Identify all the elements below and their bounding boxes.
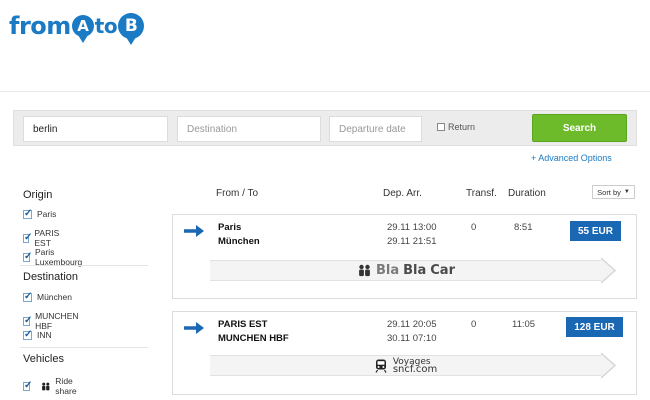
- provider-banner[interactable]: Bla Bla Car: [210, 260, 602, 281]
- chevron-right-icon: [601, 352, 617, 379]
- train-icon: [375, 359, 387, 373]
- result-card[interactable]: Paris München 29.11 13:00 29.11 21:51 0 …: [172, 214, 637, 299]
- checkbox-checked-icon[interactable]: [23, 251, 32, 262]
- departure-date-input[interactable]: Departure date: [329, 116, 422, 142]
- people-icon: [41, 382, 50, 390]
- chevron-right-icon: [601, 257, 617, 284]
- logo-pin-b-icon: B: [118, 13, 145, 45]
- caret-down-icon: ▼: [623, 189, 630, 195]
- return-toggle[interactable]: Return: [437, 122, 475, 132]
- arrow-right-icon: [184, 322, 204, 334]
- filter-item-label: PARIS EST: [34, 228, 60, 248]
- result-to-station: MUNCHEN HBF: [218, 333, 289, 344]
- logo-letter-b: B: [124, 16, 138, 36]
- header-divider: [0, 91, 650, 92]
- checkbox-checked-icon[interactable]: [23, 315, 32, 326]
- return-label: Return: [448, 122, 476, 132]
- column-header-dep-arr: Dep. Arr.: [383, 188, 422, 199]
- result-transfers: 0: [471, 222, 477, 233]
- result-transfers: 0: [471, 319, 477, 330]
- column-header-duration: Duration: [508, 188, 546, 199]
- logo[interactable]: from A to B: [9, 8, 145, 45]
- arrow-right-icon: [184, 225, 204, 237]
- column-header-from-to: From / To: [216, 188, 259, 199]
- search-button[interactable]: Search: [532, 114, 627, 142]
- checkbox-checked-icon[interactable]: [23, 291, 32, 302]
- filter-item-label: Ride share: [55, 376, 77, 396]
- logo-text-from: from: [9, 12, 71, 40]
- checkbox-checked-icon[interactable]: [23, 329, 32, 340]
- provider-name-part: Bla: [375, 263, 400, 278]
- result-departure-time: 29.11 13:00: [387, 222, 437, 233]
- result-duration: 8:51: [514, 222, 533, 233]
- sidebar-divider: [20, 347, 148, 348]
- origin-filter-item[interactable]: PARIS EST: [23, 228, 62, 248]
- provider-banner[interactable]: Voyages sncf.com: [210, 355, 602, 376]
- people-icon: [359, 264, 370, 277]
- provider-name-part: sncf.com: [392, 363, 438, 375]
- result-card[interactable]: PARIS EST MUNCHEN HBF 29.11 20:05 30.11 …: [172, 311, 637, 395]
- result-arrival-time: 30.11 07:10: [387, 333, 437, 344]
- column-header-transfers: Transf.: [466, 188, 497, 199]
- provider-text: Voyages sncf.com: [392, 357, 438, 375]
- price-button[interactable]: 128 EUR: [566, 317, 623, 337]
- filter-item-label: Paris: [37, 209, 57, 219]
- return-checkbox[interactable]: [437, 123, 445, 131]
- provider-name-part: Bla: [403, 263, 427, 278]
- origin-filter-item[interactable]: Paris: [23, 208, 57, 219]
- sort-by-dropdown[interactable]: Sort by ▼: [592, 185, 635, 199]
- checkbox-checked-icon[interactable]: [23, 232, 33, 243]
- logo-text-to: to: [94, 14, 118, 38]
- origin-filter-title: Origin: [23, 189, 53, 201]
- filter-item-label: MUNCHEN HBF: [35, 311, 79, 331]
- sort-by-label: Sort by: [597, 187, 621, 197]
- origin-filter-item[interactable]: Paris Luxembourg: [23, 247, 84, 267]
- result-from-station: PARIS EST: [218, 319, 268, 330]
- provider-name-part: Car: [430, 263, 455, 278]
- logo-letter-a: A: [77, 17, 89, 35]
- search-bar: berlin Destination Departure date Return…: [13, 110, 637, 146]
- destination-filter-title: Destination: [23, 271, 79, 283]
- advanced-options-link[interactable]: + Advanced Options: [531, 153, 612, 163]
- result-departure-time: 29.11 20:05: [387, 319, 437, 330]
- result-duration: 11:05: [512, 319, 536, 330]
- sidebar-divider: [20, 265, 148, 266]
- origin-input[interactable]: berlin: [23, 116, 168, 142]
- destination-filter-item[interactable]: INN: [23, 329, 52, 340]
- filter-item-label: Paris Luxembourg: [35, 247, 83, 267]
- blablacar-logo: Bla Bla Car: [357, 263, 455, 278]
- filter-item-label: München: [37, 292, 72, 302]
- result-to-station: München: [218, 236, 260, 247]
- vehicles-filter-title: Vehicles: [23, 353, 64, 365]
- destination-input[interactable]: Destination: [177, 116, 321, 142]
- price-button[interactable]: 55 EUR: [570, 221, 621, 241]
- voyages-sncf-logo: Voyages sncf.com: [375, 357, 438, 375]
- logo-pin-a-icon: A: [71, 15, 94, 43]
- vehicle-filter-item[interactable]: Ride share: [23, 376, 83, 396]
- result-arrival-time: 29.11 21:51: [387, 236, 437, 247]
- checkbox-checked-icon[interactable]: [23, 380, 32, 391]
- checkbox-checked-icon[interactable]: [23, 208, 32, 219]
- filter-item-label: INN: [37, 330, 52, 340]
- destination-filter-item[interactable]: München: [23, 291, 72, 302]
- result-from-station: Paris: [218, 222, 242, 233]
